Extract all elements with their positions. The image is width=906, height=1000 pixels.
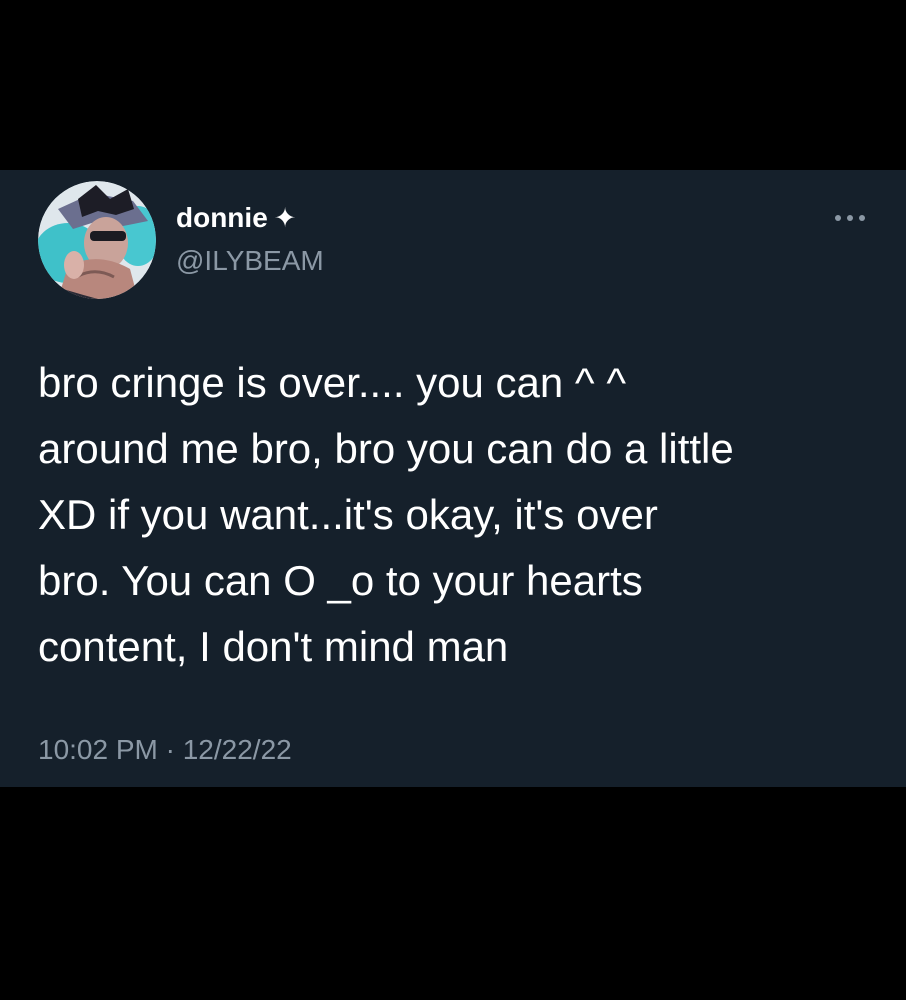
author-handle[interactable]: @ILYBEAM	[176, 243, 324, 279]
tweet-text: bro cringe is over.... you can ^ ^ aroun…	[38, 359, 734, 670]
avatar[interactable]	[38, 181, 156, 299]
sparkle-icon: ✦	[273, 203, 297, 233]
more-horizontal-icon[interactable]	[832, 208, 868, 228]
author-display-name[interactable]: donnie	[176, 200, 268, 236]
avatar-image	[38, 181, 156, 299]
tweet-card[interactable]: donnie ✦ @ILYBEAM bro cringe is over....…	[0, 170, 906, 787]
author-name-row[interactable]: donnie ✦	[176, 200, 296, 236]
tweet-timestamp[interactable]: 10:02 PM · 12/22/22	[38, 732, 292, 768]
screenshot-page: donnie ✦ @ILYBEAM bro cringe is over....…	[0, 0, 906, 1000]
